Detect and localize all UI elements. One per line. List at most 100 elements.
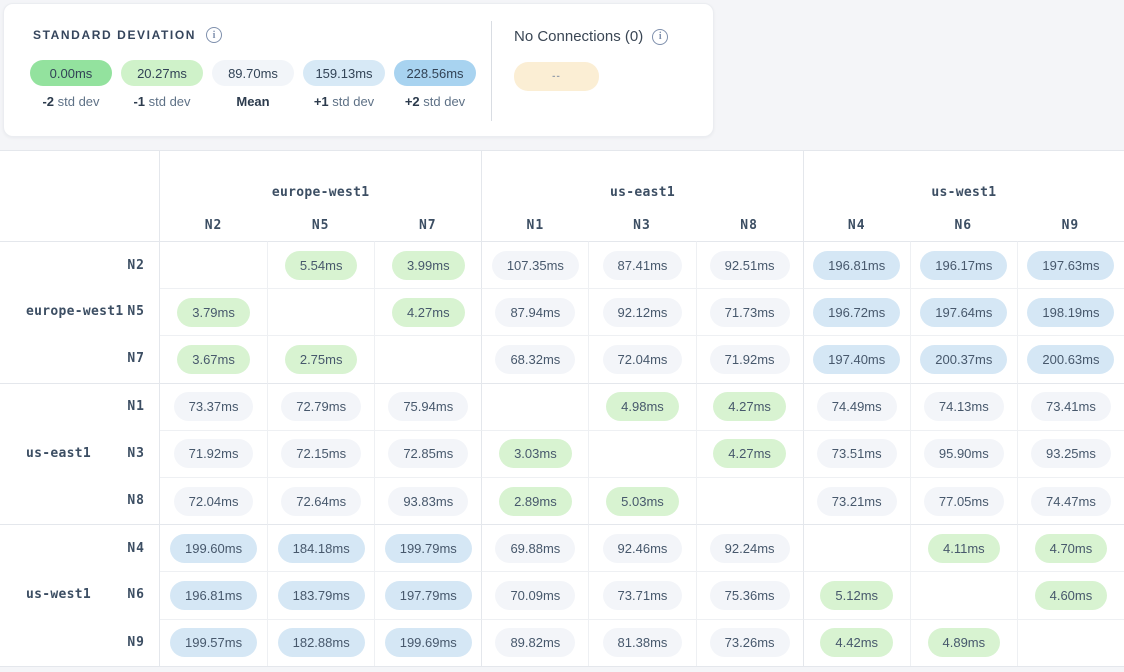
legend-divider	[491, 21, 492, 121]
latency-pill[interactable]: 4.89ms	[928, 628, 1001, 657]
latency-pill[interactable]: 197.64ms	[920, 298, 1007, 327]
latency-pill[interactable]: 72.64ms	[281, 487, 361, 516]
latency-pill[interactable]: 71.92ms	[710, 345, 790, 374]
row-label-cell: N1	[0, 383, 160, 430]
latency-pill[interactable]: 2.89ms	[499, 487, 572, 516]
latency-pill[interactable]: 4.27ms	[713, 392, 786, 421]
latency-pill[interactable]: 4.11ms	[928, 534, 1000, 563]
latency-pill[interactable]: 75.94ms	[388, 392, 468, 421]
latency-pill[interactable]: 199.57ms	[170, 628, 257, 657]
latency-pill[interactable]: 2.75ms	[285, 345, 358, 374]
latency-pill[interactable]: 93.83ms	[388, 487, 468, 516]
latency-pill[interactable]: 197.40ms	[813, 345, 900, 374]
latency-pill[interactable]: 73.21ms	[817, 487, 897, 516]
latency-pill[interactable]: 73.37ms	[174, 392, 254, 421]
latency-cell: 184.18ms	[267, 524, 374, 571]
latency-pill[interactable]: 73.71ms	[603, 581, 683, 610]
latency-pill[interactable]: 72.15ms	[281, 439, 361, 468]
latency-pill[interactable]: 4.27ms	[392, 298, 465, 327]
latency-pill[interactable]: 199.69ms	[385, 628, 472, 657]
latency-pill[interactable]: 200.37ms	[920, 345, 1007, 374]
latency-cell: 3.67ms	[160, 335, 267, 382]
latency-cell-empty	[160, 241, 267, 288]
latency-pill[interactable]: 5.54ms	[285, 251, 358, 280]
legend-pill-minus2: 0.00ms	[30, 60, 112, 86]
latency-cell: 73.71ms	[588, 571, 695, 618]
latency-pill[interactable]: 200.63ms	[1027, 345, 1114, 374]
latency-pill[interactable]: 87.94ms	[495, 298, 575, 327]
legend-label-mean: Mean	[212, 94, 294, 109]
latency-pill[interactable]: 196.81ms	[170, 581, 257, 610]
column-node-header-N5: N5	[267, 209, 374, 241]
latency-pill[interactable]: 184.18ms	[278, 534, 365, 563]
latency-pill[interactable]: 73.26ms	[710, 628, 790, 657]
latency-pill[interactable]: 89.82ms	[495, 628, 575, 657]
latency-pill[interactable]: 196.72ms	[813, 298, 900, 327]
latency-pill[interactable]: 4.98ms	[606, 392, 679, 421]
latency-pill[interactable]: 68.32ms	[495, 345, 575, 374]
latency-pill[interactable]: 3.79ms	[177, 298, 250, 327]
latency-pill[interactable]: 4.60ms	[1035, 581, 1108, 610]
legend-labels: -2 std dev -1 std dev Mean +1 std dev +2…	[30, 94, 476, 109]
latency-cell: 4.27ms	[696, 383, 803, 430]
latency-cell: 196.81ms	[160, 571, 267, 618]
no-connections-pill: --	[514, 62, 599, 91]
latency-pill[interactable]: 4.27ms	[713, 439, 786, 468]
legend-card: STANDARD DEVIATION i 0.00ms 20.27ms 89.7…	[3, 3, 714, 137]
latency-pill[interactable]: 92.51ms	[710, 251, 790, 280]
latency-cell: 71.73ms	[696, 288, 803, 335]
latency-pill[interactable]: 5.12ms	[820, 581, 893, 610]
latency-cell-empty	[803, 524, 910, 571]
latency-pill[interactable]: 70.09ms	[495, 581, 575, 610]
latency-pill[interactable]: 183.79ms	[278, 581, 365, 610]
latency-pill[interactable]: 74.13ms	[924, 392, 1004, 421]
info-icon[interactable]: i	[206, 27, 222, 43]
latency-pill[interactable]: 71.92ms	[174, 439, 254, 468]
latency-pill[interactable]: 87.41ms	[603, 251, 683, 280]
latency-cell: 73.26ms	[696, 619, 803, 666]
latency-cell-empty	[910, 571, 1017, 618]
column-node-header-N1: N1	[481, 209, 588, 241]
latency-pill[interactable]: 92.24ms	[710, 534, 790, 563]
latency-pill[interactable]: 72.04ms	[603, 345, 683, 374]
latency-pill[interactable]: 92.12ms	[603, 298, 683, 327]
latency-pill[interactable]: 77.05ms	[924, 487, 1004, 516]
latency-pill[interactable]: 197.63ms	[1027, 251, 1114, 280]
latency-pill[interactable]: 3.99ms	[392, 251, 465, 280]
latency-pill[interactable]: 75.36ms	[710, 581, 790, 610]
latency-pill[interactable]: 71.73ms	[710, 298, 790, 327]
latency-pill[interactable]: 5.03ms	[606, 487, 679, 516]
latency-pill[interactable]: 198.19ms	[1027, 298, 1114, 327]
latency-pill[interactable]: 197.79ms	[385, 581, 472, 610]
latency-cell: 199.79ms	[374, 524, 481, 571]
latency-cell: 74.47ms	[1017, 477, 1124, 524]
latency-pill[interactable]: 72.04ms	[174, 487, 254, 516]
latency-cell: 93.83ms	[374, 477, 481, 524]
latency-pill[interactable]: 92.46ms	[603, 534, 683, 563]
latency-pill[interactable]: 3.67ms	[177, 345, 250, 374]
row-label-cell: europe-west1N5	[0, 288, 160, 335]
latency-pill[interactable]: 72.85ms	[388, 439, 468, 468]
legend-pill-minus1: 20.27ms	[121, 60, 203, 86]
latency-pill[interactable]: 81.38ms	[603, 628, 683, 657]
latency-pill[interactable]: 4.42ms	[820, 628, 893, 657]
latency-pill[interactable]: 69.88ms	[495, 534, 575, 563]
latency-pill[interactable]: 199.79ms	[385, 534, 472, 563]
latency-pill[interactable]: 72.79ms	[281, 392, 361, 421]
latency-pill[interactable]: 93.25ms	[1031, 439, 1111, 468]
latency-pill[interactable]: 73.51ms	[817, 439, 897, 468]
latency-pill[interactable]: 107.35ms	[492, 251, 579, 280]
latency-pill[interactable]: 3.03ms	[499, 439, 572, 468]
latency-pill[interactable]: 182.88ms	[278, 628, 365, 657]
latency-pill[interactable]: 95.90ms	[924, 439, 1004, 468]
info-icon[interactable]: i	[652, 29, 668, 45]
latency-pill[interactable]: 74.49ms	[817, 392, 897, 421]
latency-pill[interactable]: 196.17ms	[920, 251, 1007, 280]
latency-pill[interactable]: 74.47ms	[1031, 487, 1111, 516]
latency-pill[interactable]: 199.60ms	[170, 534, 257, 563]
latency-cell-empty	[588, 430, 695, 477]
latency-pill[interactable]: 196.81ms	[813, 251, 900, 280]
latency-matrix: europe-west1us-east1us-west1N2N5N7N1N3N8…	[0, 150, 1124, 667]
latency-pill[interactable]: 73.41ms	[1031, 392, 1111, 421]
latency-pill[interactable]: 4.70ms	[1035, 534, 1108, 563]
